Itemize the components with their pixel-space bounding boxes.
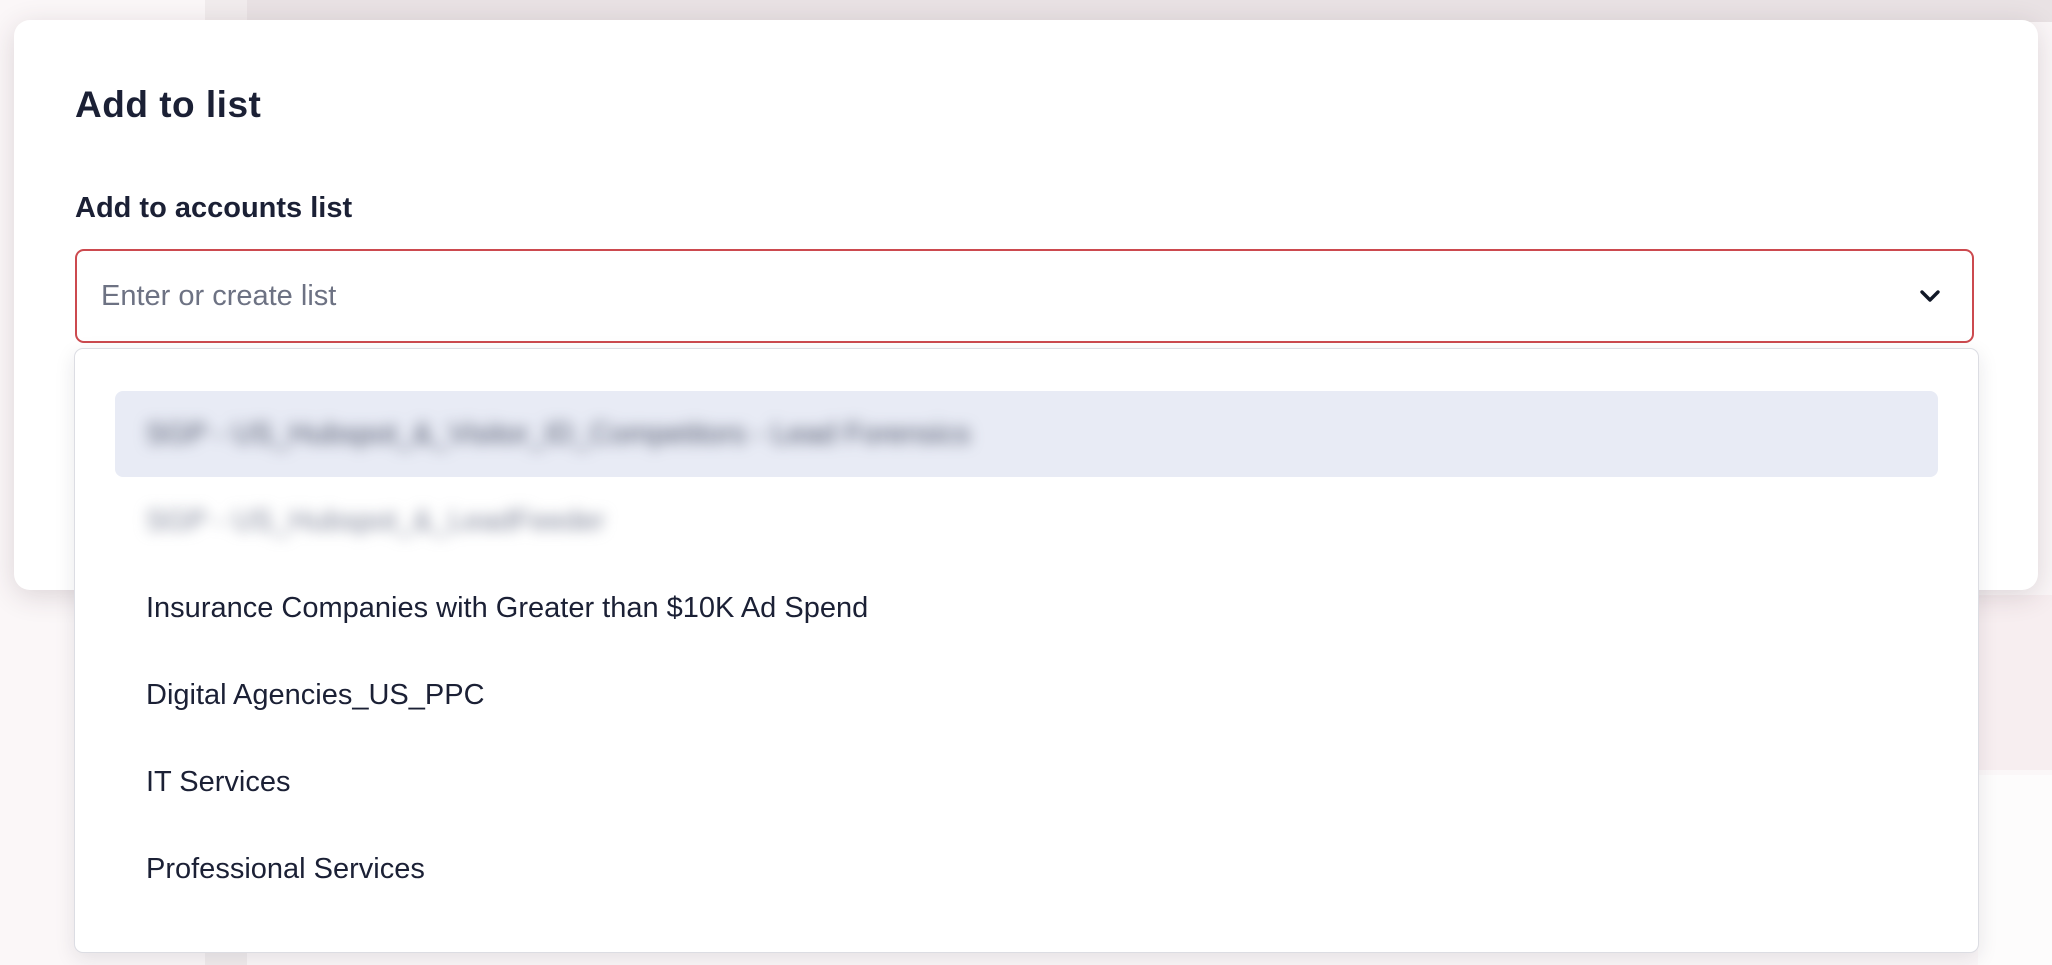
option-label: SGP - US_Hubspot_&_Visitor_ID_Competitor… (146, 417, 971, 450)
background-panel-lower (1978, 775, 2052, 965)
list-option[interactable]: Professional Services (115, 826, 1938, 912)
list-option[interactable]: Digital Agencies_US_PPC (115, 652, 1938, 738)
background-panel (1978, 595, 2052, 770)
dropdown-toggle-button[interactable] (1910, 276, 1950, 316)
list-options-dropdown: SGP - US_Hubspot_&_Visitor_ID_Competitor… (74, 348, 1979, 953)
list-option[interactable]: SGP - US_Hubspot_&_LeadFeeder (115, 478, 1938, 564)
accounts-list-label: Add to accounts list (75, 192, 353, 224)
list-option[interactable]: IT Services (115, 739, 1938, 825)
options-list: SGP - US_Hubspot_&_Visitor_ID_Competitor… (75, 349, 1978, 912)
background-header-strip (247, 0, 2052, 22)
chevron-down-icon (1920, 290, 1940, 302)
option-label: Insurance Companies with Greater than $1… (146, 591, 869, 624)
option-label: SGP - US_Hubspot_&_LeadFeeder (146, 504, 605, 537)
list-option[interactable]: Insurance Companies with Greater than $1… (115, 565, 1938, 651)
modal-title: Add to list (75, 84, 262, 125)
list-option[interactable]: SGP - US_Hubspot_&_Visitor_ID_Competitor… (115, 391, 1938, 477)
list-search-input[interactable] (101, 251, 1881, 341)
list-select[interactable] (75, 249, 1974, 343)
option-label: Professional Services (146, 852, 425, 885)
option-label: Digital Agencies_US_PPC (146, 678, 485, 711)
option-label: IT Services (146, 765, 291, 798)
